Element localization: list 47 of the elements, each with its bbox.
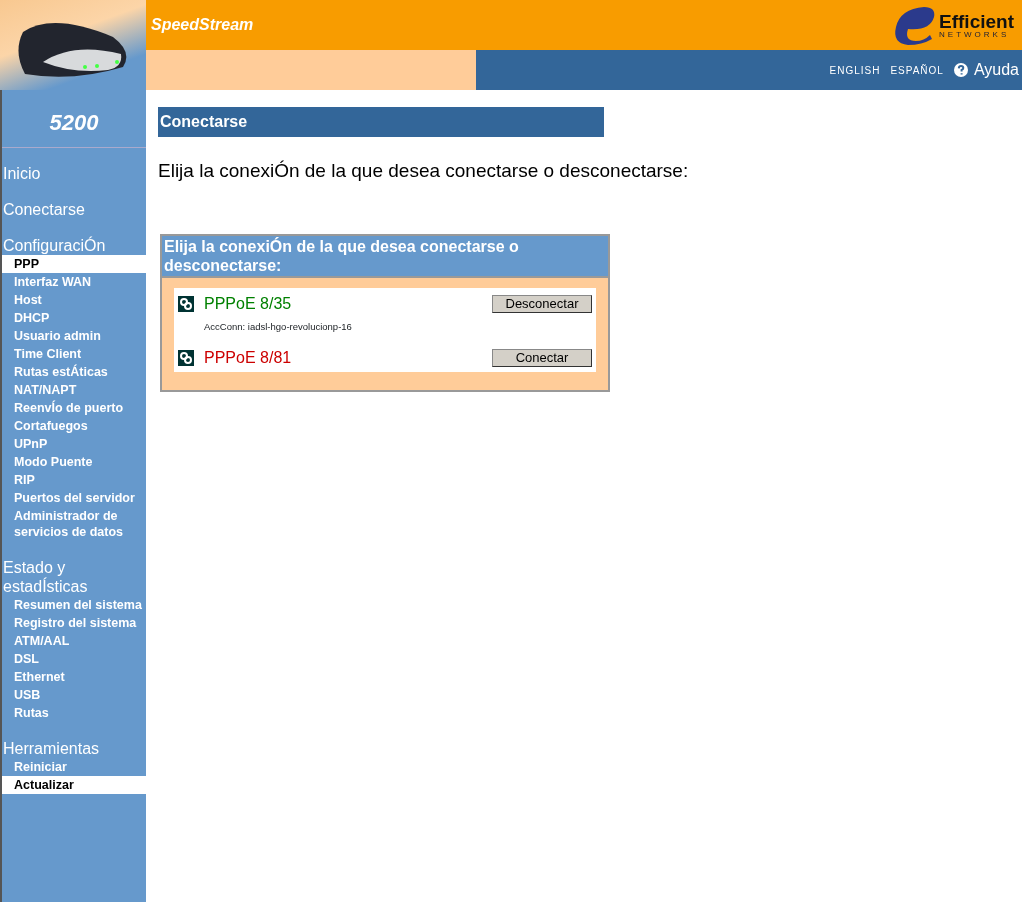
sidebar-item[interactable]: Time Client — [2, 345, 146, 363]
language-link[interactable]: ENGLISH — [829, 62, 881, 78]
sidebar-item[interactable]: Reiniciar — [2, 758, 146, 776]
sidebar-section-link[interactable]: Estado y estadÍsticas — [2, 558, 146, 596]
sidebar-item[interactable]: NAT/NAPT — [2, 381, 146, 399]
connection-name: PPPoE 8/81 — [204, 347, 293, 368]
sidebar-item[interactable]: Interfaz WAN — [2, 273, 146, 291]
sidebar-item[interactable]: RIP — [2, 471, 146, 489]
page-title: Conectarse — [158, 107, 604, 137]
help-icon — [953, 63, 968, 77]
connection-name: PPPoE 8/35 — [204, 293, 293, 314]
sidebar-section-link[interactable]: ConfiguraciÓn — [2, 236, 146, 255]
model-number: 5200 — [2, 90, 146, 148]
sidebar-item[interactable]: PPP — [2, 255, 146, 273]
sidebar-item[interactable]: Rutas estÁticas — [2, 363, 146, 381]
intro-text: Elija la conexiÓn de la que desea conectarse o desconectarse: — [158, 159, 690, 183]
brand-logo: SpeedStream — [151, 15, 254, 35]
sidebar-item[interactable]: Usuario admin — [2, 327, 146, 345]
sidebar-item[interactable]: Cortafuegos — [2, 417, 146, 435]
connection-icon — [178, 295, 194, 312]
connection-detail: AccConn: iadsl-hgo-revolucionp-16 — [203, 319, 353, 334]
connection-button[interactable]: Desconectar — [492, 294, 592, 313]
sidebar-item[interactable]: UPnP — [2, 435, 146, 453]
help-link[interactable]: Ayuda — [953, 58, 1019, 82]
sidebar-item[interactable]: Rutas — [2, 704, 146, 722]
sidebar-item[interactable]: DSL — [2, 650, 146, 668]
sidebar-item[interactable]: Ethernet — [2, 668, 146, 686]
sidebar-item[interactable]: Registro del sistema — [2, 614, 146, 632]
connection-icon — [178, 349, 194, 366]
sidebar-item[interactable]: DHCP — [2, 309, 146, 327]
sidebar-item[interactable]: Host — [2, 291, 146, 309]
sidebar-item[interactable]: Modo Puente — [2, 453, 146, 471]
sidebar-item[interactable]: Administrador de servicios de datos — [2, 507, 146, 541]
sidebar-section-link[interactable]: Conectarse — [2, 200, 146, 219]
sidebar-item[interactable]: USB — [2, 686, 146, 704]
sidebar-item[interactable]: ATM/AAL — [2, 632, 146, 650]
company-logo-text: Efficient — [939, 11, 1014, 31]
panel-title: Elija la conexiÓn de la que desea conectarse o desconectarse: — [162, 235, 608, 278]
connection-button[interactable]: Conectar — [492, 348, 592, 367]
sidebar-item[interactable]: Puertos del servidor — [2, 489, 146, 507]
company-logo-subtitle: NETWORKS — [939, 30, 1011, 39]
sidebar-item[interactable]: ReenvÍo de puerto — [2, 399, 146, 417]
sidebar-item[interactable]: Resumen del sistema — [2, 596, 146, 614]
sidebar-section-link[interactable]: Inicio — [2, 164, 146, 183]
sidebar-section-link[interactable]: Herramientas — [2, 739, 146, 758]
language-link[interactable]: ESPAÑOL — [890, 62, 944, 78]
sidebar-item[interactable]: Actualizar — [2, 776, 146, 794]
